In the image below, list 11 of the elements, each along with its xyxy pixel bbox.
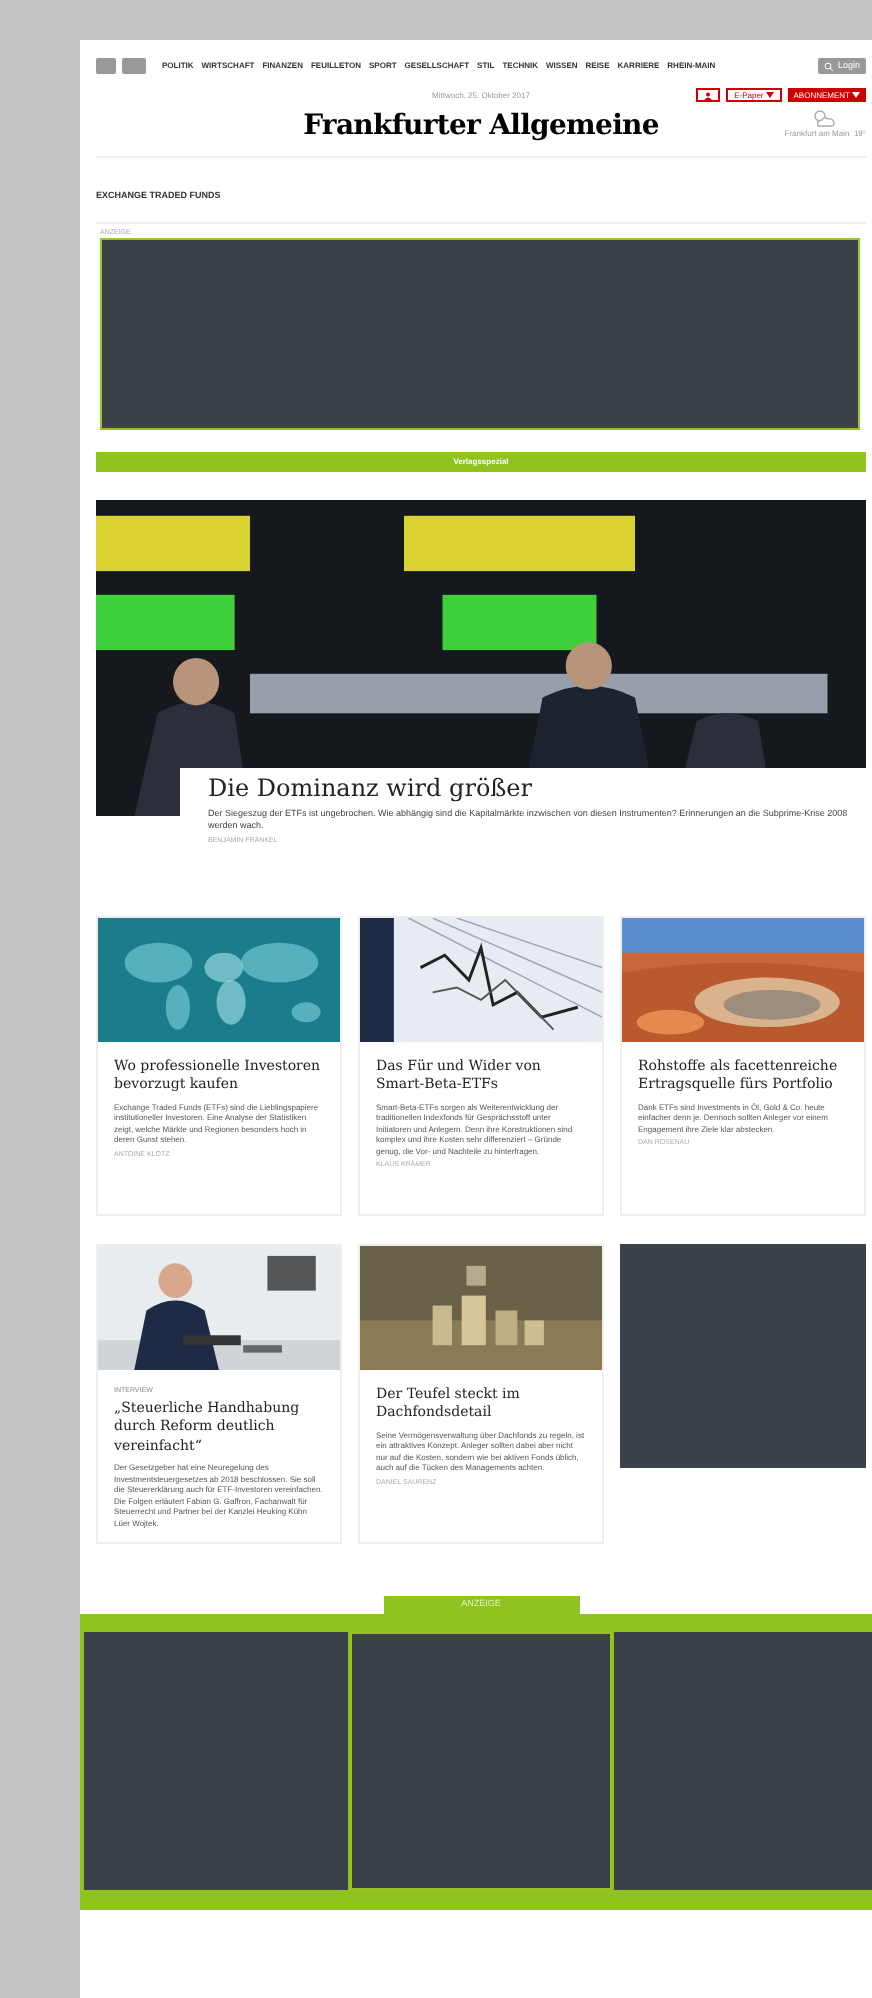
article-card[interactable] xyxy=(358,1243,604,1543)
cloud-sun-icon xyxy=(810,108,838,128)
account-button[interactable] xyxy=(696,88,721,102)
article-card[interactable] xyxy=(358,915,604,1215)
search-icon xyxy=(823,61,834,71)
hero-headline: Die Dominanz wird größer xyxy=(208,774,535,805)
article-card[interactable] xyxy=(96,1243,342,1543)
caret-icon xyxy=(765,92,774,98)
newspaper-logo: Frankfurter Allgemeine xyxy=(303,108,659,146)
caret-icon xyxy=(852,92,860,98)
user-icon xyxy=(704,91,713,99)
